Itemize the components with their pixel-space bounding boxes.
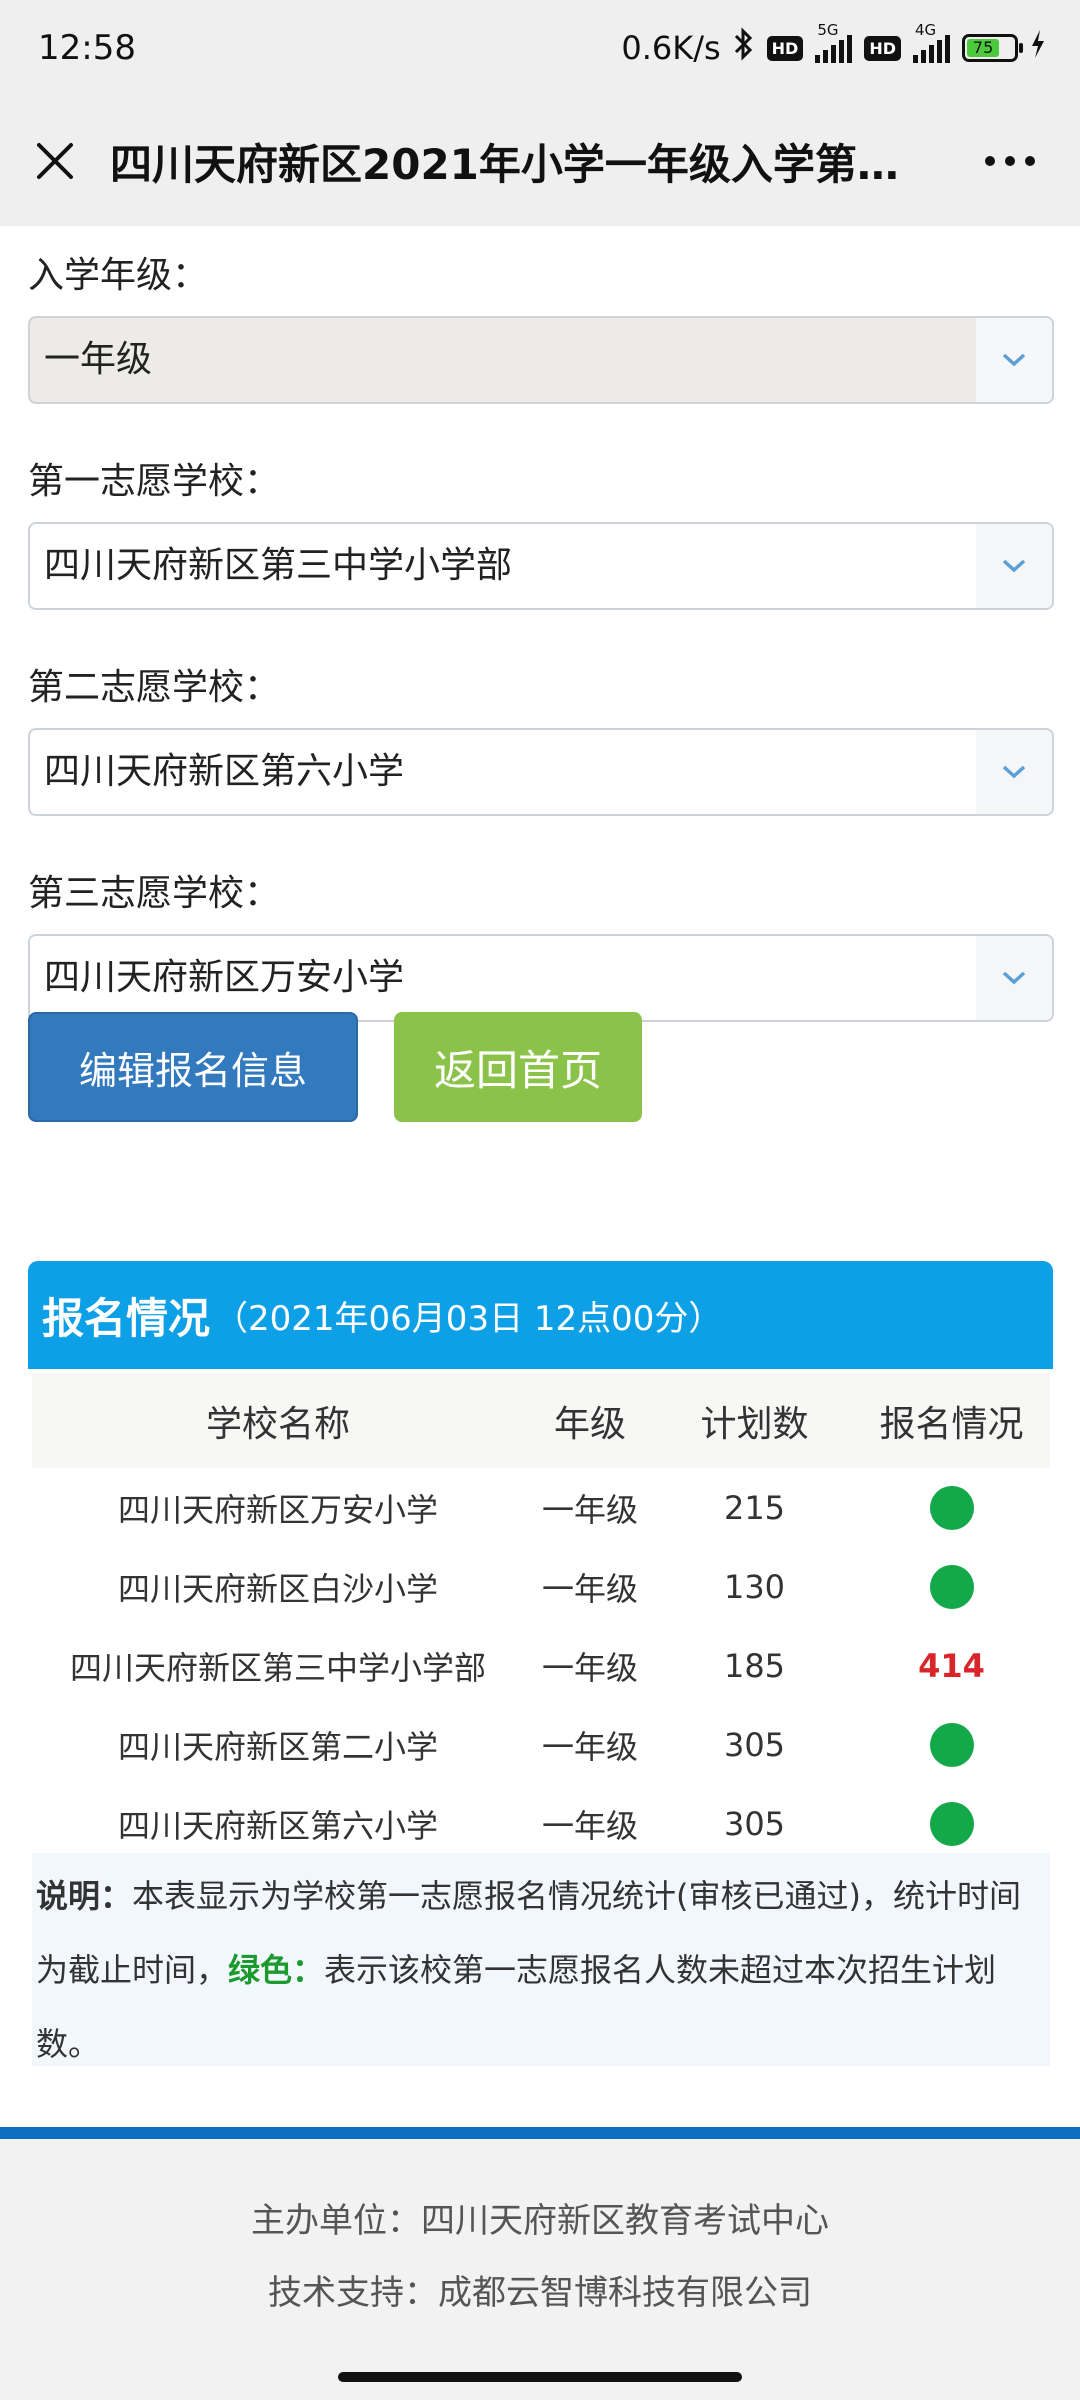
action-buttons: 编辑报名信息 返回首页 (28, 1012, 642, 1122)
note-green-label: 绿色： (228, 1951, 325, 1989)
charging-icon (1030, 29, 1046, 67)
stats-title: 报名情况 (42, 1293, 211, 1343)
column-header-plan: 计划数 (656, 1374, 853, 1468)
plan-count: 215 (723, 1488, 786, 1527)
table-row: 四川天府新区第二小学 一年级 305 (32, 1705, 1050, 1784)
third-choice-label: 第三志愿学校： (28, 873, 281, 914)
note-label: 说明： (36, 1877, 133, 1915)
school-name: 四川天府新区第二小学 (117, 1727, 438, 1766)
edit-info-button[interactable]: 编辑报名信息 (28, 1012, 358, 1122)
table-header-row: 学校名称 年级 计划数 报名情况 (32, 1374, 1050, 1468)
grade: 一年级 (541, 1648, 638, 1687)
status-green-dot-icon (929, 1485, 974, 1530)
first-choice-select[interactable]: 四川天府新区第三中学小学部 (28, 522, 1054, 610)
status-cell: 414 (853, 1626, 1050, 1705)
grade: 一年级 (541, 1569, 638, 1608)
signal-5g-label: 5G (817, 21, 839, 39)
applicant-count-over: 414 (918, 1646, 985, 1685)
enrollment-form: 入学年级： 一年级 第一志愿学校： 四川天府新区第三中学小学部 第二志愿学校： … (28, 226, 1054, 1050)
bluetooth-icon (733, 27, 755, 69)
plan-count: 185 (723, 1646, 786, 1685)
chevron-down-icon (976, 730, 1052, 814)
grade-label: 入学年级： (28, 255, 209, 296)
close-icon (37, 143, 73, 179)
more-dot-icon (985, 156, 995, 166)
school-name: 四川天府新区第六小学 (117, 1806, 438, 1845)
status-cell (853, 1784, 1050, 1863)
column-header-grade: 年级 (524, 1374, 656, 1468)
third-choice-value: 四川天府新区万安小学 (44, 957, 405, 998)
second-choice-label: 第二志愿学校： (28, 667, 281, 708)
battery-level: 75 (967, 39, 1000, 57)
first-choice-value: 四川天府新区第三中学小学部 (44, 545, 513, 586)
footer-support: 技术支持：成都云智博科技有限公司 (268, 2273, 812, 2313)
first-choice-label: 第一志愿学校： (28, 461, 281, 502)
signal-4g-label: 4G (915, 21, 937, 39)
plan-count: 305 (723, 1804, 786, 1843)
status-green-dot-icon (929, 1564, 974, 1609)
status-bar: 12:58 0.6K/s HD 5G HD 4G 75 (0, 0, 1080, 96)
footer-divider (0, 2127, 1080, 2139)
net-speed: 0.6K/s (621, 29, 721, 67)
school-name: 四川天府新区万安小学 (117, 1490, 438, 1529)
plan-count: 305 (723, 1725, 786, 1764)
school-name: 四川天府新区白沙小学 (117, 1569, 438, 1608)
page-title: 四川天府新区2021年小学一年级入学第… (110, 139, 899, 189)
hd-badge-2: HD (864, 35, 901, 61)
close-button[interactable] (0, 96, 110, 226)
status-cell (853, 1705, 1050, 1784)
grade: 一年级 (541, 1490, 638, 1529)
status-time: 12:58 (38, 28, 136, 68)
status-green-dot-icon (929, 1801, 974, 1846)
school-name: 四川天府新区第三中学小学部 (69, 1648, 486, 1687)
status-icons: 0.6K/s HD 5G HD 4G 75 (621, 21, 1046, 69)
status-cell (853, 1547, 1050, 1626)
grade: 一年级 (541, 1806, 638, 1845)
table-row: 四川天府新区万安小学 一年级 215 (32, 1468, 1050, 1547)
table-row: 四川天府新区白沙小学 一年级 130 (32, 1547, 1050, 1626)
stats-time: （2021年06月03日 12点00分） (214, 1298, 723, 1339)
more-dot-icon (1005, 156, 1015, 166)
stats-table: 学校名称 年级 计划数 报名情况 四川天府新区万安小学 一年级 215 四川天府… (32, 1374, 1050, 1863)
footer-organizer: 主办单位：四川天府新区教育考试中心 (251, 2201, 829, 2241)
grade-select[interactable]: 一年级 (28, 316, 1054, 404)
explanation-note: 说明：本表显示为学校第一志愿报名情况统计(审核已通过)，统计时间为截止时间，绿色… (32, 1853, 1050, 2066)
chevron-down-icon (976, 936, 1052, 1020)
second-choice-value: 四川天府新区第六小学 (44, 751, 405, 792)
battery-icon: 75 (962, 34, 1023, 62)
stats-header: 报名情况 （2021年06月03日 12点00分） (28, 1261, 1053, 1369)
third-choice-select[interactable]: 四川天府新区万安小学 (28, 934, 1054, 1022)
back-home-button[interactable]: 返回首页 (394, 1012, 642, 1122)
status-green-dot-icon (929, 1722, 974, 1767)
title-bar: 四川天府新区2021年小学一年级入学第… (0, 96, 1080, 226)
hd-badge: HD (766, 35, 804, 61)
table-row: 四川天府新区第三中学小学部 一年级 185 414 (32, 1626, 1050, 1705)
table-row: 四川天府新区第六小学 一年级 305 (32, 1784, 1050, 1863)
column-header-status: 报名情况 (853, 1374, 1050, 1468)
chevron-down-icon (976, 524, 1052, 608)
plan-count: 130 (723, 1567, 786, 1606)
signal-5g-icon: 5G (815, 21, 853, 63)
second-choice-select[interactable]: 四川天府新区第六小学 (28, 728, 1054, 816)
grade: 一年级 (541, 1727, 638, 1766)
status-cell (853, 1468, 1050, 1547)
chevron-down-icon (976, 318, 1052, 402)
column-header-school: 学校名称 (32, 1374, 524, 1468)
signal-4g-icon: 4G (913, 21, 950, 63)
grade-value: 一年级 (44, 339, 153, 380)
footer: 主办单位：四川天府新区教育考试中心 技术支持：成都云智博科技有限公司 (0, 2139, 1080, 2400)
more-menu-button[interactable] (970, 136, 1050, 186)
more-dot-icon (1025, 156, 1035, 166)
gesture-home-bar[interactable] (338, 2372, 742, 2382)
